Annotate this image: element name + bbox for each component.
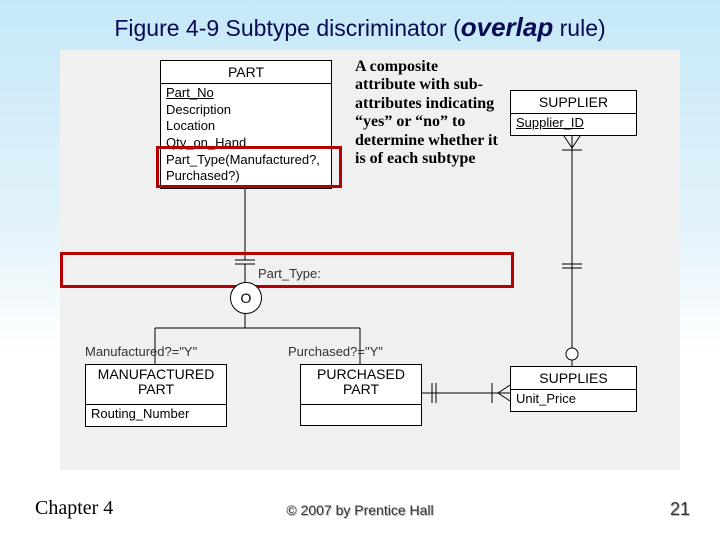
entity-part-name: PART — [161, 61, 331, 84]
title-prefix: Figure 4-9 Subtype discriminator ( — [114, 15, 460, 41]
entity-supplier-name: SUPPLIER — [511, 91, 636, 114]
entity-mfg-name: MANUFACTURED PART — [86, 365, 226, 405]
entity-purch-name: PURCHASED PART — [301, 365, 421, 405]
diagram-canvas: PART Part_No Description Location Qty_on… — [60, 50, 680, 470]
attr-routing-number: Routing_Number — [91, 406, 221, 423]
entity-manufactured-part: MANUFACTURED PART Routing_Number — [85, 364, 227, 427]
overlap-circle: O — [230, 282, 262, 314]
attr-supplier-id: Supplier_ID — [516, 115, 631, 132]
highlight-discriminator — [60, 252, 514, 288]
page-title: Figure 4-9 Subtype discriminator (overla… — [0, 12, 720, 43]
entity-supplies-name: SUPPLIES — [511, 367, 636, 390]
branch-label-purchased: Purchased?="Y" — [288, 344, 383, 359]
attr-description: Description — [166, 102, 326, 119]
title-emphasis: overlap — [461, 12, 554, 42]
entity-supplier: SUPPLIER Supplier_ID — [510, 90, 637, 136]
entity-supplies: SUPPLIES Unit_Price — [510, 366, 637, 412]
branch-label-manufactured: Manufactured?="Y" — [85, 344, 197, 359]
overlap-letter: O — [241, 290, 252, 306]
attr-part-no: Part_No — [166, 85, 326, 102]
highlight-parttype — [156, 146, 342, 188]
attr-unit-price: Unit_Price — [516, 391, 631, 408]
attr-location: Location — [166, 118, 326, 135]
title-suffix: rule) — [553, 15, 605, 41]
footer-page-number: 21 — [670, 499, 690, 520]
entity-purchased-part: PURCHASED PART — [300, 364, 422, 426]
footer-copyright: © 2007 by Prentice Hall — [0, 502, 720, 518]
annotation-text: A composite attribute with sub-attribute… — [355, 58, 500, 168]
